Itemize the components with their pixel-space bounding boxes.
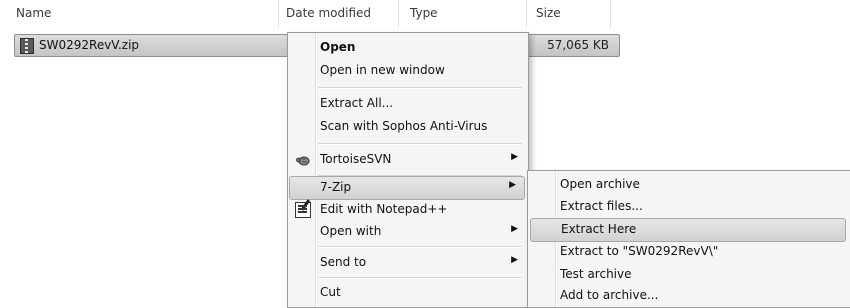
submenu-item-add-to-archive[interactable]: Add to archive...: [530, 285, 846, 307]
menu-item-label: TortoiseSVN: [320, 152, 392, 166]
column-header-date-modified[interactable]: Date modified: [286, 6, 371, 20]
menu-item-open-new-window[interactable]: Open in new window: [290, 60, 526, 82]
submenu-item-label: Extract files...: [560, 199, 643, 213]
menu-item-edit-notepadpp[interactable]: Edit with Notepad++: [290, 199, 526, 221]
file-size: 57,065 KB: [547, 38, 609, 52]
submenu-item-label: Extract to "SW0292RevV\": [560, 244, 719, 258]
column-divider[interactable]: [398, 0, 399, 28]
column-header-type[interactable]: Type: [410, 6, 438, 20]
menu-item-extract-all[interactable]: Extract All...: [290, 93, 526, 115]
column-divider[interactable]: [610, 0, 611, 28]
submenu-arrow-icon: ▶: [511, 224, 518, 234]
menu-item-label: Edit with Notepad++: [320, 202, 448, 216]
notepadpp-icon: [295, 202, 311, 218]
menu-item-label: Cut: [320, 285, 341, 299]
menu-item-label: Open in new window: [320, 63, 445, 77]
submenu-arrow-icon: ▶: [511, 255, 518, 265]
column-header-size[interactable]: Size: [536, 6, 561, 20]
column-divider[interactable]: [526, 0, 527, 28]
sevenzip-submenu: Open archive Extract files... Extract He…: [527, 170, 850, 308]
submenu-item-extract-here[interactable]: Extract Here: [530, 218, 846, 242]
file-name: SW0292RevV.zip: [39, 38, 140, 52]
menu-separator: [318, 246, 522, 248]
submenu-item-label: Add to archive...: [560, 288, 659, 302]
submenu-item-extract-files[interactable]: Extract files...: [530, 196, 846, 218]
submenu-arrow-icon: ▶: [509, 180, 516, 190]
menu-item-open[interactable]: Open: [290, 37, 526, 59]
menu-item-label: Open with: [320, 224, 382, 238]
submenu-arrow-icon: ▶: [511, 152, 518, 162]
menu-item-label: Scan with Sophos Anti-Virus: [320, 119, 488, 133]
menu-separator: [318, 87, 522, 89]
column-header-name[interactable]: Name: [16, 6, 51, 20]
menu-item-open-with[interactable]: Open with ▶: [290, 221, 526, 243]
menu-item-label: 7-Zip: [320, 180, 352, 194]
submenu-item-open-archive[interactable]: Open archive: [530, 174, 846, 196]
submenu-item-label: Open archive: [560, 177, 640, 191]
menu-separator: [318, 277, 522, 279]
menu-separator: [318, 143, 522, 145]
menu-item-label: Extract All...: [320, 96, 394, 110]
menu-item-cut[interactable]: Cut: [290, 282, 526, 304]
menu-item-tortoisesvn[interactable]: TortoiseSVN ▶: [290, 149, 526, 171]
menu-item-label: Open: [320, 40, 356, 54]
submenu-item-label: Test archive: [560, 267, 632, 281]
column-header-bar: Name Date modified Type Size: [0, 0, 850, 28]
menu-item-scan-sophos[interactable]: Scan with Sophos Anti-Virus: [290, 116, 526, 138]
tortoisesvn-icon: [296, 156, 310, 166]
menu-item-7zip[interactable]: 7-Zip ▶: [289, 176, 525, 200]
submenu-item-test-archive[interactable]: Test archive: [530, 264, 846, 286]
menu-item-send-to[interactable]: Send to ▶: [290, 252, 526, 274]
column-divider[interactable]: [278, 0, 279, 28]
context-menu: Open Open in new window Extract All... S…: [287, 32, 529, 308]
submenu-item-label: Extract Here: [561, 222, 637, 236]
zip-archive-icon: [20, 38, 34, 54]
submenu-item-extract-to[interactable]: Extract to "SW0292RevV\": [530, 241, 846, 263]
menu-item-label: Send to: [320, 255, 367, 269]
